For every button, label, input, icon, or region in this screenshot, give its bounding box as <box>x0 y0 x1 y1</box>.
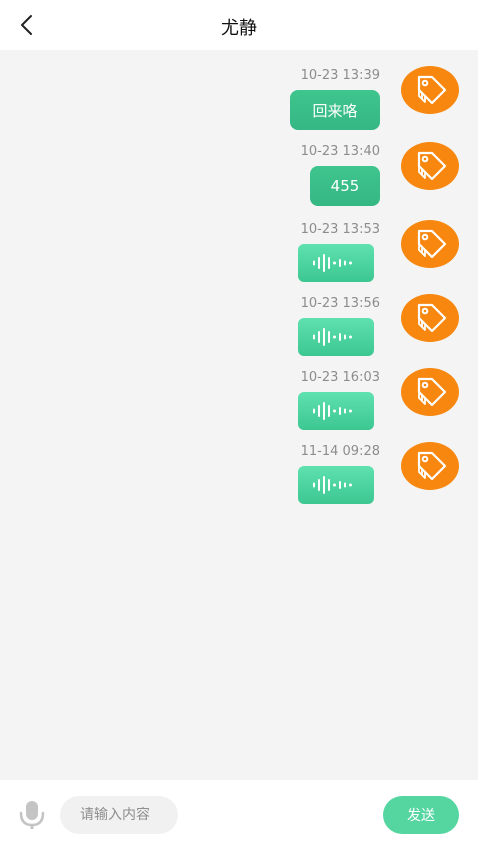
message-item: 11-14 09:28 <box>0 442 478 514</box>
voice-message-bubble[interactable] <box>298 244 374 282</box>
message-timestamp: 11-14 09:28 <box>300 444 380 459</box>
message-timestamp: 10-23 16:03 <box>300 370 380 385</box>
voice-input-button[interactable] <box>18 800 46 830</box>
sound-wave-icon <box>313 328 352 346</box>
message-input-bar: 发送 <box>0 780 478 850</box>
send-button[interactable]: 发送 <box>383 796 459 834</box>
voice-message-bubble[interactable] <box>298 392 374 430</box>
top-bar: 尤静 <box>0 0 478 50</box>
message-item: 10-23 13:39 回来咯 <box>0 66 478 138</box>
message-timestamp: 10-23 13:53 <box>300 222 380 237</box>
message-item: 10-23 16:03 <box>0 368 478 440</box>
avatar[interactable] <box>401 220 459 268</box>
message-timestamp: 10-23 13:39 <box>300 68 380 83</box>
tag-icon <box>417 303 447 333</box>
text-message-bubble[interactable]: 回来咯 <box>290 90 380 130</box>
tag-icon <box>417 377 447 407</box>
tag-icon <box>417 75 447 105</box>
tag-icon <box>417 229 447 259</box>
avatar[interactable] <box>401 66 459 114</box>
message-item: 10-23 13:53 <box>0 220 478 292</box>
text-message-bubble[interactable]: 455 <box>310 166 380 206</box>
voice-message-bubble[interactable] <box>298 466 374 504</box>
sound-wave-icon <box>313 402 352 420</box>
avatar[interactable] <box>401 442 459 490</box>
message-item: 10-23 13:40 455 <box>0 142 478 214</box>
avatar[interactable] <box>401 368 459 416</box>
avatar[interactable] <box>401 294 459 342</box>
message-timestamp: 10-23 13:56 <box>300 296 380 311</box>
sound-wave-icon <box>313 254 352 272</box>
page-title: 尤静 <box>221 18 257 39</box>
sound-wave-icon <box>313 476 352 494</box>
tag-icon <box>417 151 447 181</box>
message-item: 10-23 13:56 <box>0 294 478 366</box>
chat-message-list[interactable]: 10-23 13:39 回来咯 10-23 13:40 455 10-23 13… <box>0 50 478 780</box>
avatar[interactable] <box>401 142 459 190</box>
microphone-icon <box>19 801 45 829</box>
voice-message-bubble[interactable] <box>298 318 374 356</box>
message-input[interactable] <box>60 796 178 834</box>
tag-icon <box>417 451 447 481</box>
message-timestamp: 10-23 13:40 <box>300 144 380 159</box>
